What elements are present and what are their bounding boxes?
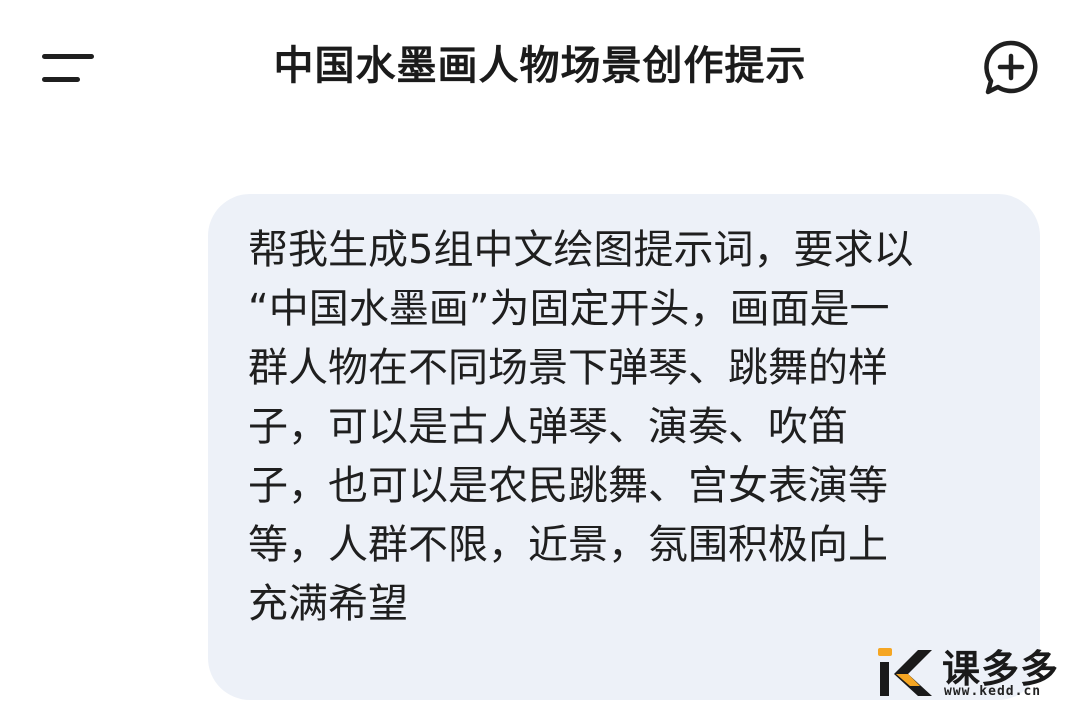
watermark-url: www.kedd.cn [944,684,1042,699]
watermark: 课多多 www.kedd.cn [876,640,1080,703]
chat-screen: 中国水墨画人物场景创作提示 帮我生成5组中文绘图提示词，要求以 “中国水墨画”为… [0,0,1080,703]
message-text: 帮我生成5组中文绘图提示词，要求以 “中国水墨画”为固定开头，画面是一 群人物在… [248,227,914,627]
brand-logo-icon [878,648,932,696]
user-message-bubble: 帮我生成5组中文绘图提示词，要求以 “中国水墨画”为固定开头，画面是一 群人物在… [208,194,1040,700]
top-bar: 中国水墨画人物场景创作提示 [0,0,1080,135]
chat-plus-icon [984,40,1038,95]
menu-icon [42,54,94,82]
menu-button[interactable] [30,40,110,96]
page-title: 中国水墨画人物场景创作提示 [273,43,807,89]
new-chat-button[interactable] [976,36,1046,98]
